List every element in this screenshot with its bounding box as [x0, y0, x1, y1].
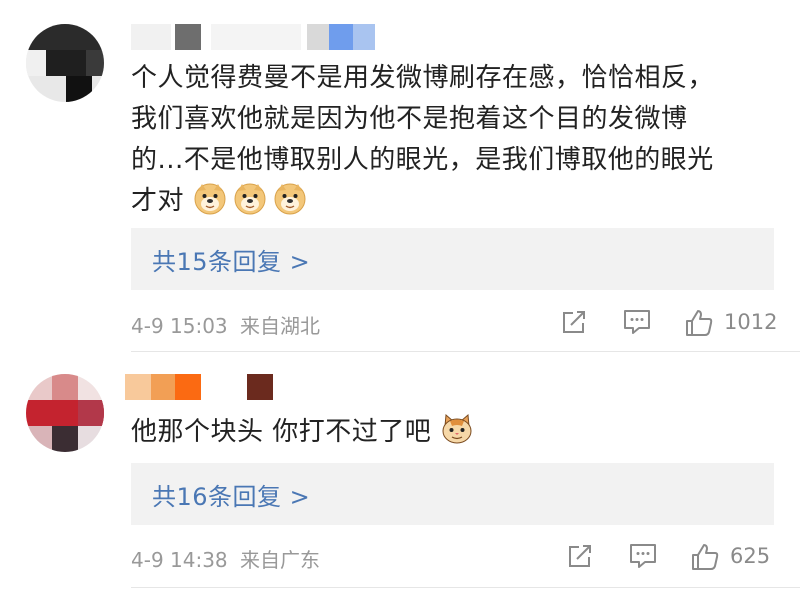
- location: 来自广东: [240, 548, 321, 572]
- username-redacted[interactable]: [125, 374, 275, 400]
- comment-text-line: 才对: [131, 186, 185, 216]
- like-button[interactable]: 625: [690, 540, 800, 574]
- comment-actions: 1012: [560, 306, 800, 340]
- doge-emoji-icon: [194, 183, 226, 215]
- comment-text-last-line: 才对: [131, 181, 714, 222]
- location: 来自湖北: [240, 314, 321, 338]
- divider: [131, 587, 800, 588]
- comment-text: 个人觉得费曼不是用发微博刷存在感，恰恰相反， 我们喜欢他就是因为他不是抱着这个目…: [131, 58, 714, 222]
- comment-text: 他那个块头 你打不过了吧: [131, 412, 480, 453]
- comment-text-line: 我们喜欢他就是因为他不是抱着这个目的发微博: [131, 104, 688, 134]
- cat-emoji-icon: [442, 413, 472, 444]
- comment-icon: [624, 310, 650, 334]
- like-count: 625: [730, 544, 771, 568]
- share-icon: [569, 545, 591, 567]
- comment-text-line: 个人觉得费曼不是用发微博刷存在感，恰恰相反，: [131, 63, 715, 93]
- timestamp: 4-9 15:03: [131, 314, 228, 338]
- like-button[interactable]: 1012: [684, 306, 800, 340]
- avatar[interactable]: [26, 374, 104, 452]
- comment-text-line: 的...不是他博取别人的眼光，是我们博取他的眼光: [131, 145, 714, 175]
- timestamp: 4-9 14:38: [131, 548, 228, 572]
- comment-item: 他那个块头 你打不过了吧 共16条回复 > 4-9 14:38 来自广东 625: [0, 352, 800, 601]
- username-redacted[interactable]: [131, 24, 376, 50]
- share-icon: [563, 311, 585, 333]
- thumbs-up-icon: [686, 310, 713, 336]
- view-replies-link[interactable]: 共16条回复 >: [152, 477, 310, 512]
- reply-summary-box: 共16条回复 >: [131, 463, 774, 525]
- comment-meta: 4-9 15:03 来自湖北: [131, 310, 320, 339]
- share-button[interactable]: [566, 540, 600, 574]
- avatar[interactable]: [26, 24, 104, 102]
- like-count: 1012: [724, 310, 778, 334]
- comment-actions: 625: [566, 540, 800, 574]
- reply-summary-box: 共15条回复 >: [131, 228, 774, 290]
- comment-item: 个人觉得费曼不是用发微博刷存在感，恰恰相反， 我们喜欢他就是因为他不是抱着这个目…: [0, 0, 800, 352]
- comment-meta: 4-9 14:38 来自广东: [131, 544, 320, 573]
- view-replies-link[interactable]: 共15条回复 >: [152, 242, 310, 277]
- comment-icon: [630, 544, 656, 568]
- doge-emoji-icon: [274, 183, 306, 215]
- share-button[interactable]: [560, 306, 594, 340]
- comment-button[interactable]: [628, 540, 662, 574]
- thumbs-up-icon: [692, 544, 719, 570]
- doge-emoji-icon: [234, 183, 266, 215]
- comment-text-line: 他那个块头 你打不过了吧: [131, 417, 432, 447]
- comment-button[interactable]: [622, 306, 656, 340]
